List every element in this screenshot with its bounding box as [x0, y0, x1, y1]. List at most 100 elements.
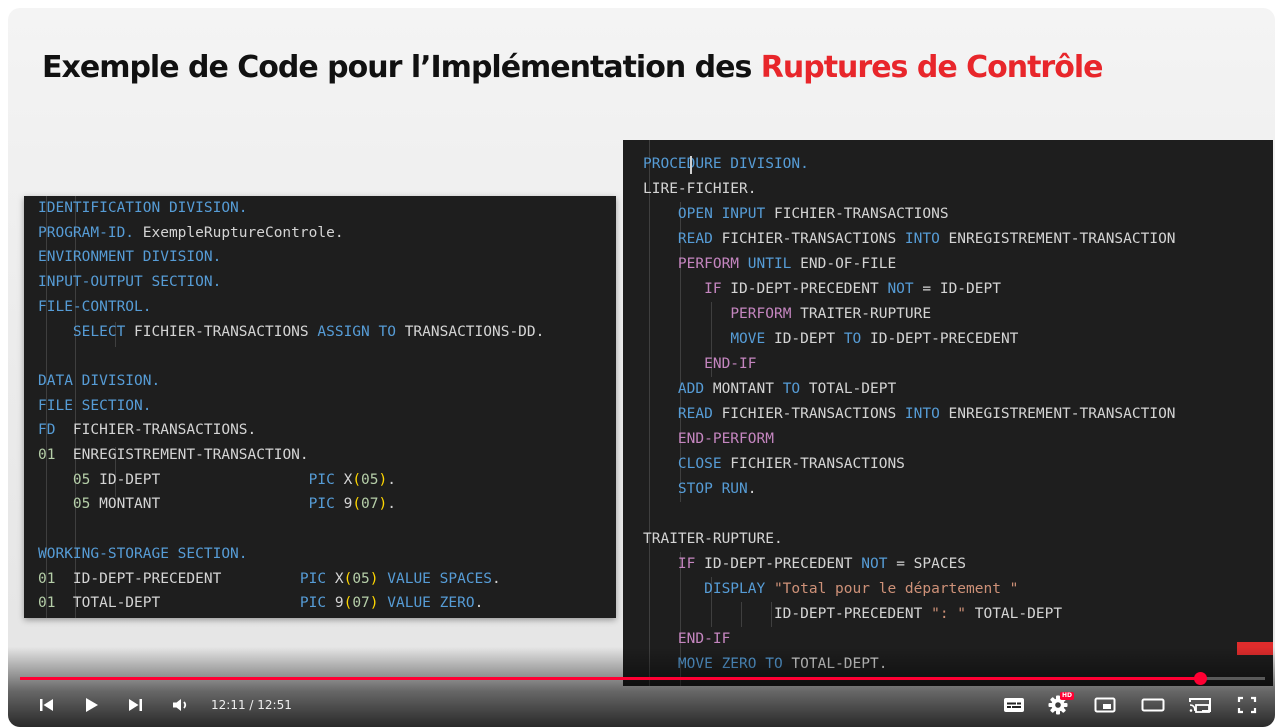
code-token: ": " — [931, 606, 967, 622]
code-token: ID-DEPT-PRECEDENT — [695, 556, 862, 572]
subtitles-icon — [1004, 698, 1024, 712]
theater-mode-button[interactable] — [1138, 690, 1168, 720]
code-panel-right: PROCEDURE DIVISION. LIRE-FICHIER. OPEN IN… — [623, 140, 1273, 686]
code-token: IF — [704, 281, 722, 297]
code-token: 01 — [38, 570, 56, 587]
code-token: TO — [378, 323, 396, 340]
code-panel-left: IDENTIFICATION DIVISION. PROGRAM-ID. Exem… — [24, 196, 616, 618]
code-token: FICHIER-TRANSACTIONS — [125, 323, 318, 340]
code-token: = ID-DEPT — [913, 281, 1001, 297]
cast-button[interactable] — [1185, 690, 1215, 720]
code-token: CLOSE — [677, 456, 722, 472]
code-token: 05 — [72, 471, 91, 488]
code-token: VALUE — [387, 595, 431, 612]
code-token: LIRE-FICHIER. — [643, 181, 757, 197]
settings-button[interactable]: HD — [1043, 690, 1075, 720]
code-token: END-OF-FILE — [791, 256, 897, 272]
code-token: END-IF — [677, 631, 731, 647]
code-token: SELECT — [72, 323, 126, 340]
code-token: VALUE — [387, 570, 431, 587]
code-line: 05 MONTANT PIC 9(07). — [24, 492, 616, 517]
code-token: ID-DEPT-PRECEDENT — [861, 331, 1019, 347]
code-token: PROGRAM-ID. — [38, 224, 135, 241]
code-token: UNTIL — [747, 256, 792, 272]
code-token: NOT — [887, 281, 914, 297]
code-token: 07 — [361, 496, 379, 513]
code-token: MONTANT — [90, 496, 309, 513]
video-player[interactable]: Exemple de Code pour l’Implémentation de… — [8, 8, 1275, 727]
next-icon — [129, 699, 142, 711]
code-token: . — [492, 570, 501, 587]
code-token: . — [387, 471, 396, 488]
code-token: MOVE — [730, 331, 766, 347]
code-line: 01 TOTAL-DEPT PIC 9(07) VALUE ZERO. — [24, 591, 616, 616]
code-line: READ FICHIER-TRANSACTIONS INTO ENREGISTR… — [623, 227, 1273, 252]
code-token: ID-DEPT — [765, 331, 844, 347]
code-line: PERFORM TRAITER-RUPTURE — [623, 302, 1273, 327]
code-token: 01 — [38, 447, 56, 463]
code-line: PROGRAM-ID. ExempleRuptureControle. — [24, 221, 616, 246]
code-line: PROCEDURE DIVISION. — [623, 152, 1273, 177]
code-token: FD — [38, 422, 56, 439]
code-token: TOTAL-DEPT — [966, 606, 1063, 622]
code-token: ADD — [677, 381, 705, 397]
code-line: 05 ID-DEPT PIC X(05). — [24, 468, 616, 493]
code-token: 05 — [72, 496, 91, 513]
volume-button[interactable] — [166, 690, 196, 720]
subtitles-button[interactable] — [999, 690, 1029, 720]
code-token: ID-DEPT-PRECEDENT — [643, 606, 932, 622]
code-token: ) — [378, 471, 388, 488]
code-token: TO — [843, 331, 862, 347]
code-token: INTO — [904, 406, 940, 422]
code-token: ASSIGN — [317, 323, 370, 340]
code-line: SELECT FICHIER-TRANSACTIONS ASSIGN TO TR… — [24, 320, 616, 345]
previous-icon — [40, 699, 53, 711]
code-line: FILE SECTION. — [24, 394, 616, 419]
code-line: END-IF — [623, 352, 1273, 377]
code-line: OPEN INPUT FICHIER-TRANSACTIONS — [623, 202, 1273, 227]
slide-title: Exemple de Code pour l’Implémentation de… — [42, 50, 1103, 85]
code-token: END-IF — [704, 356, 757, 372]
code-token: . — [747, 481, 757, 497]
code-token: ExempleRuptureControle. — [134, 224, 344, 241]
code-token: TO — [782, 381, 801, 397]
code-token: TOTAL-DEPT — [800, 381, 897, 397]
code-token: ID-DEPT-PRECEDENT — [721, 281, 888, 297]
code-token: READ — [677, 406, 713, 422]
code-token: ZERO — [439, 595, 475, 612]
fullscreen-button[interactable] — [1232, 690, 1262, 720]
code-token: TRAITER-RUPTURE. — [643, 531, 783, 547]
code-token: ) — [369, 595, 379, 612]
next-button[interactable] — [120, 690, 150, 720]
code-line: IF ID-DEPT-PRECEDENT NOT = SPACES — [623, 552, 1273, 577]
code-line: ID-DEPT-PRECEDENT ": " TOTAL-DEPT — [623, 602, 1273, 627]
previous-button[interactable] — [32, 690, 62, 720]
code-token: . — [474, 595, 484, 612]
code-token: ( — [343, 570, 353, 587]
code-token: NOT — [861, 556, 888, 572]
progress-bar[interactable] — [20, 672, 1265, 685]
code-token: ENREGISTREMENT-TRANSACTION — [939, 231, 1176, 247]
play-button[interactable] — [76, 690, 106, 720]
code-token: ENREGISTREMENT-TRANSACTION — [939, 406, 1176, 422]
code-token: FILE-CONTROL. — [38, 298, 152, 315]
code-token: FICHIER-TRANSACTIONS — [712, 231, 905, 247]
miniplayer-button[interactable] — [1090, 690, 1120, 720]
